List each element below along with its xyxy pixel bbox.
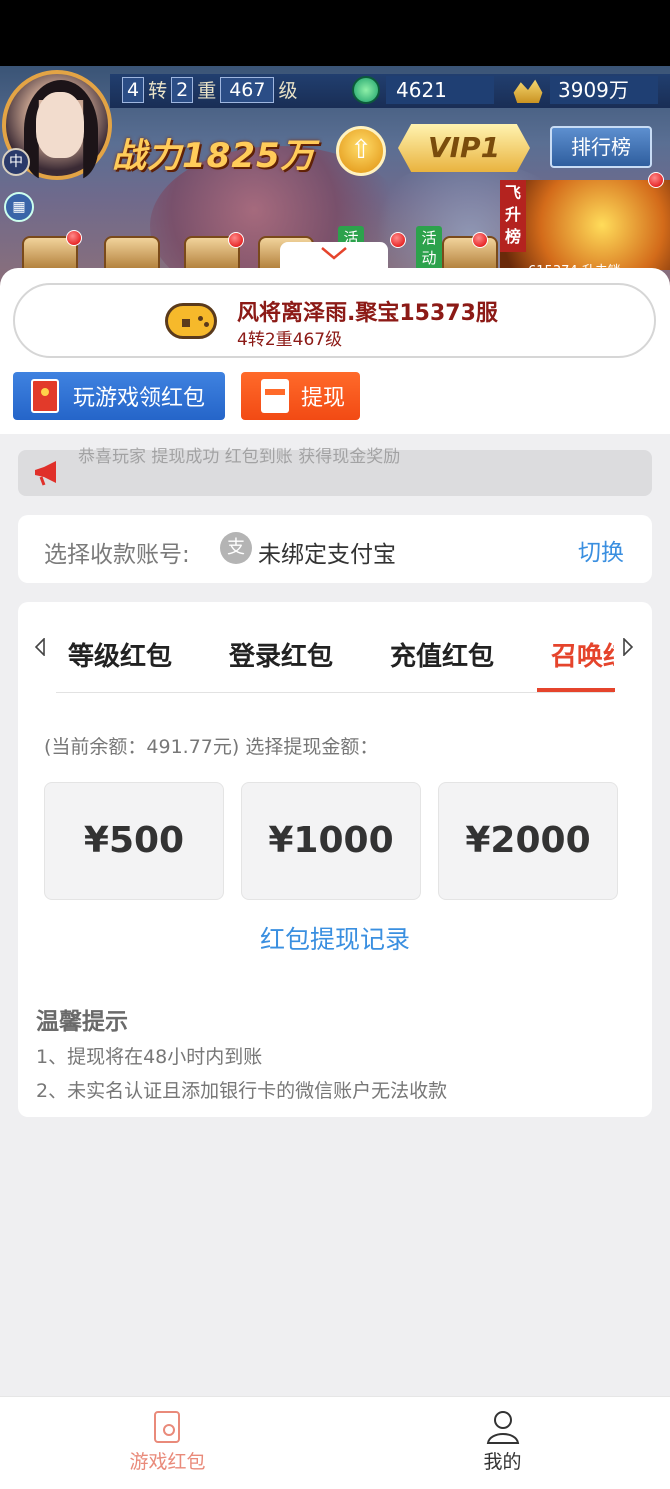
tab-level-redpacket[interactable]: 等级红包 — [68, 636, 172, 673]
vip-button[interactable]: VIP1 — [398, 124, 530, 172]
user-icon — [486, 1411, 520, 1444]
notice-text: 恭喜玩家 提现成功 红包到账 获得现金奖励 — [78, 447, 401, 467]
ascend-rank-label: 飞升榜 — [500, 180, 526, 252]
tab-login-redpacket[interactable]: 登录红包 — [229, 636, 333, 673]
chevron-right-icon[interactable] — [622, 638, 634, 656]
chevron-left-icon[interactable] — [34, 638, 46, 656]
gamepad-dpad — [182, 319, 190, 327]
server-info-card: 风将离泽雨.聚宝15373服 4转2重467级 — [13, 283, 656, 358]
gold-value: 3909万 — [550, 76, 658, 104]
withdraw-record-link[interactable]: 红包提现记录 — [18, 920, 652, 956]
account-value: 未绑定支付宝 — [258, 542, 396, 568]
tips-title: 温馨提示 — [36, 1009, 128, 1035]
chevron-down-icon[interactable] — [318, 242, 350, 264]
tab-summon-redpacket[interactable]: 召唤红包 — [551, 636, 614, 673]
jade-counter: 4621 — [352, 74, 494, 106]
megaphone-icon — [35, 461, 56, 486]
jade-value: 4621 — [386, 76, 494, 104]
notification-dot — [648, 172, 664, 188]
notice-marquee: 恭喜玩家 提现成功 红包到账 获得现金奖励 — [18, 447, 652, 496]
zhuan-number: 4 — [122, 76, 145, 103]
gold-ingot-icon — [513, 79, 543, 103]
level-number: 467 — [220, 76, 275, 103]
grid-menu-icon[interactable]: ▦ — [4, 192, 34, 222]
gold-counter: 3909万 — [510, 74, 658, 106]
nav-mine[interactable]: 我的 — [335, 1397, 670, 1489]
withdraw-button[interactable]: 提现 — [241, 372, 360, 420]
tip-item: 1、提现将在48小时内到账 — [36, 1046, 263, 1068]
active-tab-indicator — [537, 688, 615, 692]
tab-strip: 等级红包 登录红包 充值红包 召唤红包 — [58, 602, 614, 692]
server-badge: 中 — [2, 148, 30, 176]
envelope-icon — [261, 379, 289, 413]
server-name: 风将离泽雨.聚宝15373服 — [237, 301, 498, 326]
server-level: 4转2重467级 — [237, 330, 343, 350]
payee-account-card: 选择收款账号: 支 未绑定支付宝 切换 — [18, 515, 652, 583]
nav-label: 游戏红包 — [129, 1451, 206, 1473]
nav-label: 我的 — [483, 1451, 522, 1473]
amount-option-1000[interactable]: ¥1000 — [241, 782, 421, 900]
status-bar — [0, 0, 670, 66]
rebirth-level: 4 转 2 重 467 级 — [122, 76, 298, 103]
gamepad-icon — [165, 303, 217, 339]
avatar-face — [36, 92, 84, 158]
level-label: 级 — [278, 80, 298, 102]
nav-game-redpacket[interactable]: 游戏红包 — [0, 1397, 335, 1489]
redpacket-icon — [154, 1411, 180, 1443]
combat-power: 战力1825万 — [112, 136, 316, 176]
tab-recharge-redpacket[interactable]: 充值红包 — [390, 636, 494, 673]
notification-dot — [472, 232, 488, 248]
alipay-icon: 支 — [220, 532, 252, 564]
notification-dot — [66, 230, 82, 246]
chong-label: 重 — [197, 80, 217, 102]
amount-option-2000[interactable]: ¥2000 — [438, 782, 618, 900]
withdraw-card: 等级红包 登录红包 充值红包 召唤红包 (当前余额：491.77元) 选择提现金… — [18, 602, 652, 1117]
zhuan-label: 转 — [148, 80, 168, 102]
gamepad-buttons — [198, 316, 203, 321]
account-label: 选择收款账号: — [44, 542, 190, 568]
play-button-label: 玩游戏领红包 — [73, 386, 206, 411]
upgrade-arrow-button[interactable]: ⇧ — [336, 126, 386, 176]
amount-option-500[interactable]: ¥500 — [44, 782, 224, 900]
redpacket-icon — [31, 379, 59, 413]
activity-tag-2[interactable]: 活动 — [416, 226, 442, 270]
notification-dot — [390, 232, 406, 248]
withdraw-button-label: 提现 — [301, 386, 346, 411]
tip-item: 2、未实名认证且添加银行卡的微信账户无法收款 — [36, 1080, 448, 1102]
play-game-redpacket-button[interactable]: 玩游戏领红包 — [13, 372, 225, 420]
notification-dot — [228, 232, 244, 248]
switch-account-link[interactable]: 切换 — [578, 533, 624, 567]
ranking-button[interactable]: 排行榜 — [550, 126, 652, 168]
balance-text: (当前余额：491.77元) 选择提现金额： — [44, 736, 379, 758]
bottom-nav: 游戏红包 我的 — [0, 1396, 670, 1489]
chong-number: 2 — [171, 76, 194, 103]
jade-icon — [352, 76, 380, 104]
tab-divider — [56, 692, 614, 693]
